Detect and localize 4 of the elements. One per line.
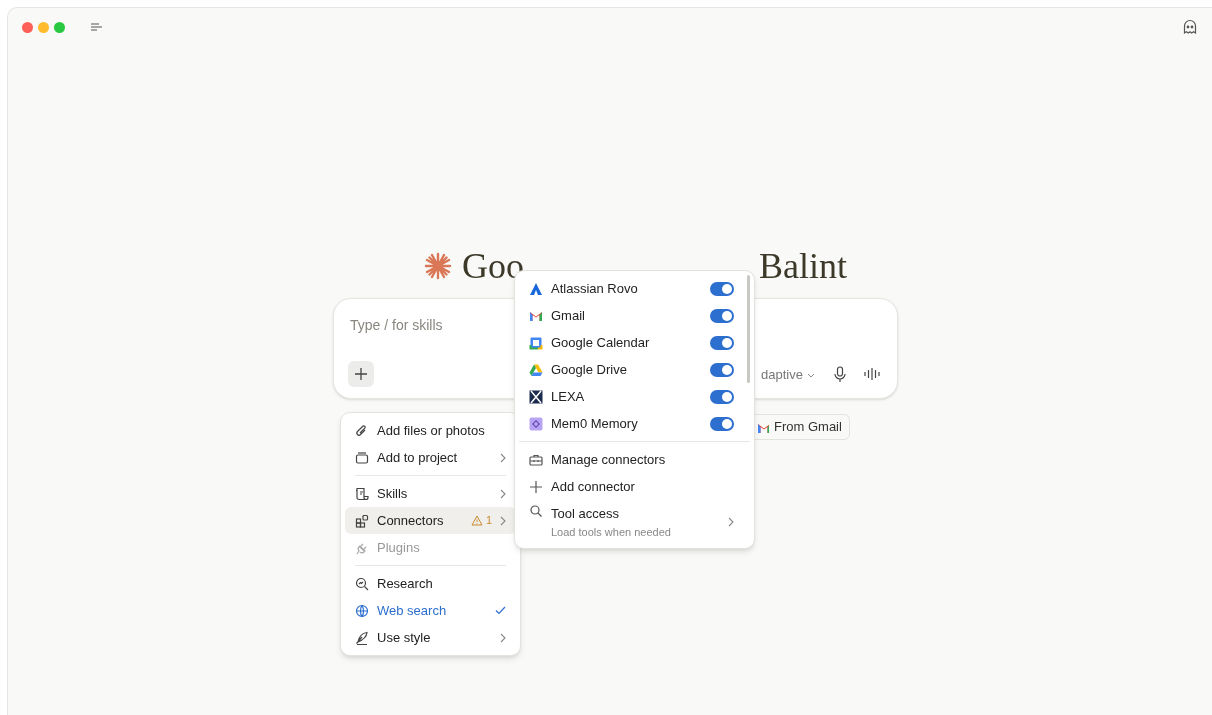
greeting-heading: Balint (759, 248, 847, 284)
warning-count: 1 (470, 512, 492, 529)
greeting-heading: Goo (462, 248, 525, 284)
menu-item-subtitle: Load tools when needed (551, 524, 672, 540)
